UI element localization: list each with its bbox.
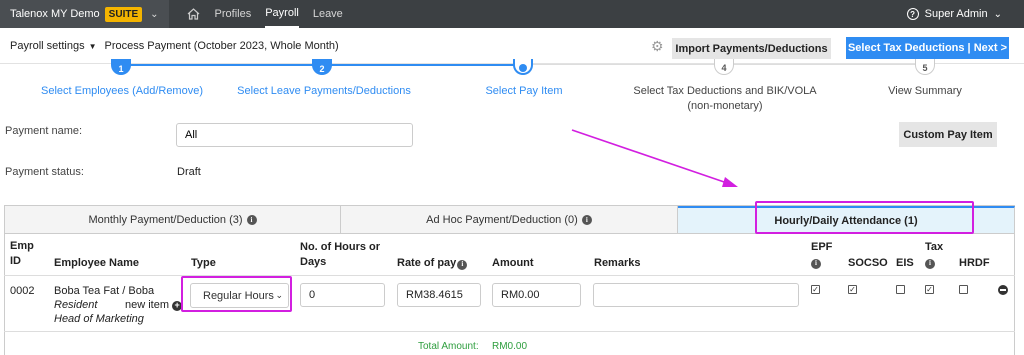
row-employee-name[interactable]: Boba Tea Fat / Boba bbox=[54, 284, 154, 298]
suite-badge: SUITE bbox=[104, 6, 143, 22]
rate-input[interactable]: RM38.4615 bbox=[397, 283, 481, 307]
epf-checkbox[interactable]: ✓ bbox=[811, 285, 820, 294]
step-3-circle bbox=[513, 59, 533, 75]
tab-adhoc[interactable]: Ad Hoc Payment/Deduction (0) i bbox=[341, 206, 678, 233]
chevron-down-icon: ⌄ bbox=[150, 8, 159, 20]
tab-monthly[interactable]: Monthly Payment/Deduction (3) i bbox=[4, 206, 341, 233]
hrdf-checkbox[interactable] bbox=[959, 285, 968, 294]
step-5-label: View Summary bbox=[888, 85, 962, 97]
nav-leave[interactable]: Leave bbox=[313, 0, 343, 28]
col-tax: Tax i bbox=[925, 240, 943, 270]
role-label: Head of Marketing bbox=[54, 313, 144, 325]
payroll-settings-dropdown[interactable]: Payroll settings ▼ bbox=[10, 40, 97, 52]
total-amount-label: Total Amount: bbox=[418, 341, 479, 352]
user-menu[interactable]: Super Admin bbox=[925, 8, 988, 20]
step-4-circle: 4 bbox=[714, 59, 734, 75]
payment-name-label: Payment name: bbox=[5, 125, 83, 137]
col-eis: EIS bbox=[896, 257, 914, 269]
col-rate: Rate of pay i bbox=[397, 256, 468, 271]
info-icon[interactable]: i bbox=[811, 258, 821, 269]
step-1-circle[interactable]: 1 bbox=[111, 59, 131, 75]
chevron-down-icon[interactable]: ⌄ bbox=[994, 9, 1002, 20]
page-title: Process Payment (October 2023, Whole Mon… bbox=[104, 39, 339, 52]
col-epf: EPF i bbox=[811, 240, 832, 270]
company-name: Talenox MY Demo bbox=[10, 8, 100, 20]
col-hours-line2: Days bbox=[300, 256, 327, 268]
col-tax-label: Tax bbox=[925, 241, 944, 253]
import-payments-button[interactable]: Import Payments/Deductions bbox=[672, 38, 831, 59]
step-3-label: Select Pay Item bbox=[485, 85, 563, 97]
col-type: Type bbox=[191, 257, 216, 269]
col-hrdf: HRDF bbox=[959, 257, 990, 269]
payment-status-label: Payment status: bbox=[5, 166, 84, 178]
amount-input[interactable]: RM0.00 bbox=[492, 283, 581, 307]
payroll-settings-label: Payroll settings bbox=[10, 39, 85, 52]
highlight-box-tab bbox=[755, 201, 974, 234]
gear-icon[interactable]: ⚙ bbox=[651, 39, 664, 53]
tab-monthly-label: Monthly Payment/Deduction (3) bbox=[88, 213, 243, 226]
next-step-button[interactable]: Select Tax Deductions | Next > bbox=[846, 37, 1009, 59]
caret-down-icon: ▼ bbox=[88, 41, 97, 51]
total-amount-value: RM0.00 bbox=[492, 341, 528, 352]
custom-pay-item-button[interactable]: Custom Pay Item bbox=[899, 122, 997, 147]
col-hours-line1: No. of Hours or bbox=[300, 241, 381, 253]
col-emp-id: Emp ID bbox=[10, 239, 34, 269]
current-step-dot bbox=[519, 64, 527, 72]
row-role: Head of Marketing bbox=[54, 312, 144, 326]
row-emp-id: 0002 bbox=[10, 285, 35, 297]
help-icon[interactable]: ? bbox=[906, 8, 919, 20]
payment-status-value: Draft bbox=[177, 166, 201, 178]
col-epf-label: EPF bbox=[811, 241, 833, 253]
socso-checkbox[interactable]: ✓ bbox=[848, 285, 857, 294]
col-socso: SOCSO bbox=[848, 257, 888, 269]
payment-name-input[interactable] bbox=[176, 123, 413, 147]
remove-row-icon[interactable] bbox=[998, 285, 1008, 295]
col-amount: Amount bbox=[492, 257, 534, 269]
resident-label: Resident bbox=[54, 299, 98, 311]
header-divider bbox=[4, 275, 1015, 276]
tab-adhoc-label: Ad Hoc Payment/Deduction (0) bbox=[426, 213, 578, 226]
highlight-box-type bbox=[181, 276, 292, 312]
info-icon[interactable]: i bbox=[925, 258, 935, 269]
new-item-label: new item bbox=[125, 299, 170, 311]
col-rate-label: Rate of pay bbox=[397, 257, 457, 269]
remarks-input[interactable] bbox=[593, 283, 799, 307]
step-5-circle: 5 bbox=[915, 59, 935, 75]
tax-checkbox[interactable]: ✓ bbox=[925, 285, 934, 294]
step-2-circle[interactable]: 2 bbox=[312, 59, 332, 75]
home-icon[interactable] bbox=[187, 7, 201, 21]
eis-checkbox[interactable] bbox=[896, 285, 905, 294]
row-divider bbox=[4, 331, 1015, 332]
row-resident: Resident bbox=[54, 298, 97, 312]
info-icon[interactable]: i bbox=[246, 214, 257, 225]
hours-input[interactable]: 0 bbox=[300, 283, 385, 307]
nav-profiles[interactable]: Profiles bbox=[215, 0, 252, 28]
col-emp-id-line2: ID bbox=[10, 255, 21, 267]
add-new-item[interactable]: new item + bbox=[125, 298, 183, 312]
col-remarks: Remarks bbox=[594, 257, 641, 269]
col-employee-name: Employee Name bbox=[54, 257, 139, 269]
step-4-label: Select Tax Deductions and BIK/VOLA (non-… bbox=[633, 85, 817, 112]
col-emp-id-line1: Emp bbox=[10, 240, 34, 252]
step-2-label[interactable]: Select Leave Payments/Deductions bbox=[232, 84, 416, 99]
info-icon[interactable]: i bbox=[581, 214, 592, 225]
company-switcher[interactable]: Talenox MY Demo SUITE ⌄ bbox=[0, 0, 169, 28]
step-1-label[interactable]: Select Employees (Add/Remove) bbox=[40, 84, 204, 99]
col-hours: No. of Hours or Days bbox=[300, 240, 380, 270]
top-nav: Talenox MY Demo SUITE ⌄ Profiles Payroll… bbox=[0, 0, 1024, 28]
info-icon[interactable]: i bbox=[457, 259, 468, 270]
nav-payroll[interactable]: Payroll bbox=[265, 0, 299, 28]
